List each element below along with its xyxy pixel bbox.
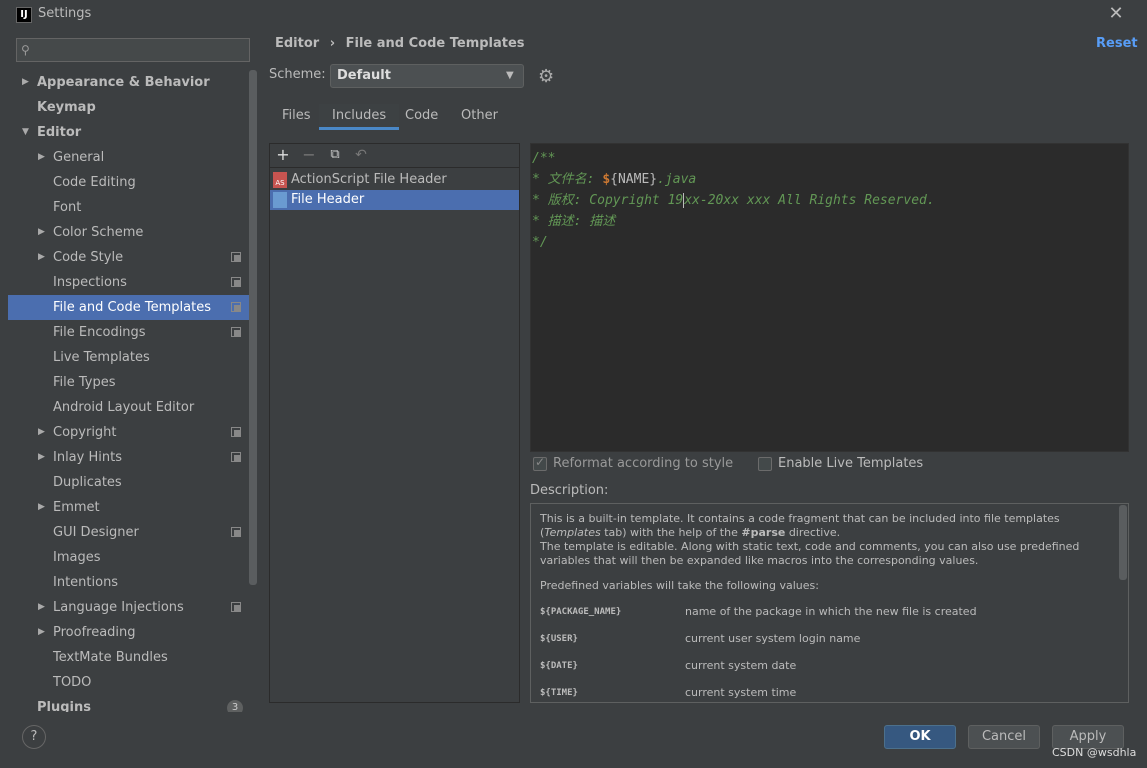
remove-icon[interactable]: − [300,145,318,165]
add-icon[interactable]: + [274,145,292,165]
template-code-editor[interactable]: /** * 文件名: ${NAME}.java * 版权: Copyright … [530,143,1129,452]
sidebar-item-file-types[interactable]: File Types [8,370,250,395]
project-scope-icon [231,452,241,462]
sidebar-item-inlay-hints[interactable]: ▶ Inlay Hints [8,445,250,470]
chevron-right-icon: ▶ [38,227,45,237]
scheme-label: Scheme: [269,67,326,82]
project-scope-icon [231,327,241,337]
sidebar-item-gui-designer[interactable]: GUI Designer [8,520,250,545]
template-item-file-header[interactable]: File Header [270,190,519,210]
sidebar-item-plugins[interactable]: Plugins 3 [8,695,250,712]
breadcrumb: Editor › File and Code Templates [275,36,525,51]
code-line: */ [532,235,548,250]
watermark: CSDN @wsdhla [1052,746,1137,759]
sidebar-item-todo[interactable]: TODO [8,670,250,695]
project-scope-icon [231,427,241,437]
close-icon[interactable]: ✕ [1105,3,1127,25]
sidebar-item-emmet[interactable]: ▶ Emmet [8,495,250,520]
sidebar-item-font[interactable]: Font [8,195,250,220]
gear-icon[interactable]: ⚙ [538,66,554,87]
sidebar-item-keymap[interactable]: Keymap [8,95,250,120]
description-label: Description: [530,483,609,498]
project-scope-icon [231,277,241,287]
actionscript-file-icon: AS [273,172,287,188]
chevron-down-icon: ▼ [506,70,514,81]
code-line: * 文件名: ${NAME}.java [532,172,697,187]
template-list-panel [269,143,520,703]
description-scrollbar[interactable] [1119,505,1127,580]
sidebar-item-language-injections[interactable]: ▶ Language Injections [8,595,250,620]
project-scope-icon [231,302,241,312]
template-item-actionscript-file-header[interactable]: AS ActionScript File Header [270,170,519,190]
chevron-right-icon: ▶ [38,602,45,612]
template-item-label: ActionScript File Header [291,172,447,187]
sidebar-item-proofreading[interactable]: ▶ Proofreading [8,620,250,645]
template-item-label: File Header [291,192,365,207]
reformat-checkbox[interactable] [533,455,547,471]
breadcrumb-separator: › [329,36,336,51]
sidebar-item-inspections[interactable]: Inspections [8,270,250,295]
help-button[interactable]: ? [22,725,46,749]
java-file-icon [273,192,287,208]
app-icon: IJ [16,7,32,23]
sidebar-item-android-layout-editor[interactable]: Android Layout Editor [8,395,250,420]
description-text: Predefined variables will take the follo… [540,579,819,592]
description-box: This is a built-in template. It contains… [530,503,1129,703]
title-bar [0,0,1147,30]
copy-icon[interactable]: ⧉ [326,145,344,165]
chevron-right-icon: ▶ [38,152,45,162]
sidebar-item-copyright[interactable]: ▶ Copyright [8,420,250,445]
ok-button[interactable]: OK [884,725,956,749]
window-title: Settings [38,6,92,21]
chevron-right-icon: ▶ [38,252,45,262]
revert-icon[interactable]: ↶ [352,145,370,165]
search-icon: ⚲ [21,43,30,57]
sidebar-item-general[interactable]: ▶ General [8,145,250,170]
plugins-count-badge: 3 [227,700,243,712]
tab-other[interactable]: Other [448,104,511,130]
code-line: * 版权: Copyright 19xx-20xx xxx All Rights… [532,193,935,208]
description-text: This is a built-in template. It contains… [540,512,1060,539]
sidebar-scrollbar[interactable] [249,70,257,585]
sidebar-item-intentions[interactable]: Intentions [8,570,250,595]
chevron-down-icon: ▼ [22,127,29,137]
sidebar-item-editor[interactable]: ▼ Editor [8,120,250,145]
scheme-dropdown[interactable]: Default [330,64,524,88]
sidebar-item-textmate-bundles[interactable]: TextMate Bundles [8,645,250,670]
cancel-button[interactable]: Cancel [968,725,1040,749]
project-scope-icon [231,252,241,262]
page-title: File and Code Templates [345,36,525,51]
chevron-right-icon: ▶ [38,502,45,512]
sidebar-item-file-and-code-templates[interactable]: File and Code Templates [8,295,250,320]
chevron-right-icon: ▶ [38,627,45,637]
sidebar-item-code-editing[interactable]: Code Editing [8,170,250,195]
sidebar-item-images[interactable]: Images [8,545,250,570]
sidebar-item-appearance-behavior[interactable]: ▶ Appearance & Behavior [8,70,250,95]
tab-code[interactable]: Code [392,104,451,130]
sidebar-item-code-style[interactable]: ▶ Code Style [8,245,250,270]
breadcrumb-parent: Editor [275,36,320,51]
chevron-right-icon: ▶ [22,77,29,87]
code-line: /** [532,151,556,166]
reformat-label: Reformat according to style [553,456,734,471]
tab-includes[interactable]: Includes [319,104,400,130]
sidebar-item-live-templates[interactable]: Live Templates [8,345,250,370]
chevron-right-icon: ▶ [38,427,45,437]
sidebar-item-file-encodings[interactable]: File Encodings [8,320,250,345]
reset-link[interactable]: Reset [1096,36,1138,51]
tab-files[interactable]: Files [269,104,324,130]
description-text: The template is editable. Along with sta… [540,540,1080,567]
sidebar-item-color-scheme[interactable]: ▶ Color Scheme [8,220,250,245]
project-scope-icon [231,602,241,612]
enable-live-templates-checkbox[interactable] [758,457,772,471]
enable-live-templates-label: Enable Live Templates [778,456,924,471]
chevron-right-icon: ▶ [38,452,45,462]
search-input[interactable] [16,38,250,62]
code-line: * 描述: 描述 [532,214,616,229]
project-scope-icon [231,527,241,537]
sidebar-item-duplicates[interactable]: Duplicates [8,470,250,495]
